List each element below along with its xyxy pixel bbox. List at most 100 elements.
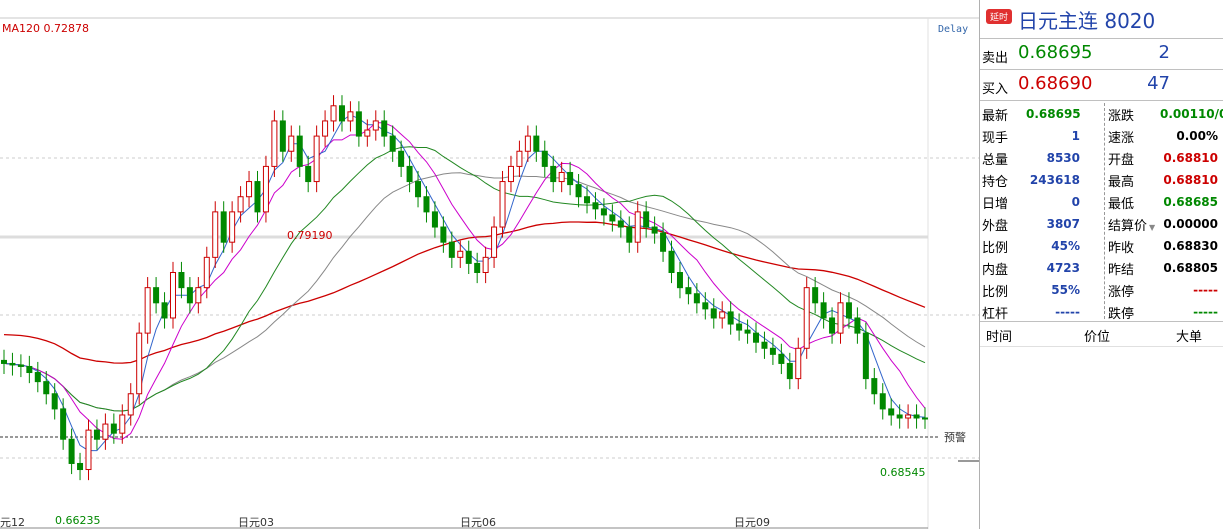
candle-body — [584, 196, 591, 204]
candle-body — [693, 293, 700, 304]
stats-divider — [1104, 103, 1105, 319]
title-row: 延时 日元主连 8020 — [980, 0, 1223, 39]
candle-body — [322, 120, 329, 137]
candle-body — [913, 414, 920, 419]
candle-body — [507, 165, 514, 183]
stat-value: 4723 — [1046, 261, 1080, 275]
candle-body — [710, 308, 717, 319]
candle-body — [617, 220, 624, 228]
candle-body — [178, 272, 185, 289]
stat-value: ----- — [1193, 283, 1218, 297]
candle-body — [643, 211, 650, 228]
candle-body — [1, 359, 7, 364]
stat-label: 比例 — [982, 284, 1009, 300]
delay-label: Delay — [938, 24, 969, 35]
candle-body — [668, 250, 675, 273]
stat-row: 比例 55% — [982, 279, 1080, 301]
candle-body — [271, 120, 278, 167]
candle-body — [567, 171, 574, 186]
sell-price: 0.68695 — [1018, 42, 1093, 63]
candle-body — [761, 341, 768, 349]
stat-label: 跌停 — [1108, 306, 1135, 322]
stat-value: 0.00000 — [1163, 217, 1218, 231]
candle-body — [406, 165, 413, 183]
candle-body — [736, 323, 743, 331]
stat-row: 结算价 ▼ 0.00000 — [1108, 213, 1218, 235]
stat-value: 0.68830 — [1163, 239, 1218, 253]
candle-body — [43, 381, 50, 395]
candle-body — [313, 135, 320, 183]
sell-label: 卖出 — [982, 51, 1009, 66]
stat-label: 最新 — [982, 108, 1009, 124]
candle-body — [812, 287, 819, 304]
candle-body — [431, 211, 438, 228]
stat-value: 0.00110/0.16% — [1160, 107, 1223, 121]
delay-badge: 延时 — [986, 9, 1013, 24]
buy-volume: 47 — [1147, 73, 1170, 94]
candle-body — [229, 211, 236, 243]
contract-title[interactable]: 日元主连 8020 — [1018, 5, 1155, 34]
candle-body — [262, 165, 269, 213]
stat-row: 持仓 243618 — [982, 169, 1080, 191]
stat-row: 最新 0.68695 — [982, 103, 1081, 125]
stat-row: 杠杆 ----- — [982, 301, 1080, 323]
stat-value: 0.68695 — [1026, 107, 1081, 121]
low-price-label: 0.66235 — [55, 514, 101, 527]
candle-body — [905, 414, 912, 419]
candle-body — [778, 353, 785, 364]
candle-body — [600, 208, 607, 216]
stat-row: 内盘 4723 — [982, 257, 1080, 279]
stat-row: 总量 8530 — [982, 147, 1080, 169]
candle-body — [26, 365, 33, 374]
candle-body — [626, 226, 633, 243]
candle-body — [862, 332, 869, 380]
candle-body — [389, 135, 396, 152]
candle-body — [279, 120, 286, 152]
kline-svg[interactable] — [0, 0, 979, 529]
stat-label: 最高 — [1108, 174, 1135, 190]
col-price: 价位 — [1084, 330, 1111, 345]
stat-row: 昨结 0.68805 — [1108, 257, 1218, 279]
candle-body — [85, 429, 92, 471]
candle-body — [34, 372, 41, 383]
stat-label: 比例 — [982, 240, 1009, 256]
stat-label: 开盘 — [1108, 152, 1135, 168]
candle-body — [110, 423, 117, 434]
buy-price: 0.68690 — [1018, 73, 1093, 94]
kline-chart[interactable]: MA120 0.72878 Delay 0.79190 0.66235 0.68… — [0, 0, 979, 529]
candle-body — [440, 226, 447, 243]
candle-body — [482, 256, 489, 273]
candle-body — [93, 429, 100, 440]
candle-body — [68, 438, 75, 464]
candle-body — [871, 378, 878, 395]
candle-body — [254, 181, 261, 213]
col-time: 时间 — [986, 330, 1013, 345]
dropdown-icon[interactable]: ▼ — [1149, 223, 1155, 232]
x-axis-label: 日元03 — [238, 516, 274, 529]
candle-body — [769, 347, 776, 355]
candle-body — [305, 165, 312, 183]
candle-body — [9, 362, 16, 366]
candle-body — [102, 423, 109, 440]
stat-value: 0.68685 — [1163, 195, 1218, 209]
high-price-label: 0.79190 — [287, 229, 333, 242]
stat-label: 现手 — [982, 130, 1009, 146]
candle-body — [499, 181, 506, 228]
stat-label: 杠杆 — [982, 306, 1009, 322]
stat-label: 总量 — [982, 152, 1009, 168]
trade-header: 时间 价位 大单 — [980, 322, 1223, 347]
candle-body — [212, 211, 219, 258]
stat-row: 涨跌 0.00110/0.16% — [1108, 103, 1223, 125]
stat-row: 比例 45% — [982, 235, 1080, 257]
candle-body — [288, 135, 295, 152]
candle-body — [685, 287, 692, 295]
candle-body — [786, 362, 793, 380]
stat-row: 现手 1 — [982, 125, 1080, 147]
candle-body — [837, 302, 844, 334]
stat-value: 0.00% — [1176, 129, 1218, 143]
candle-body — [820, 302, 827, 319]
candle-body — [60, 408, 67, 440]
candle-body — [651, 226, 658, 234]
stat-label: 涨跌 — [1108, 108, 1135, 124]
candle-body — [845, 302, 852, 319]
